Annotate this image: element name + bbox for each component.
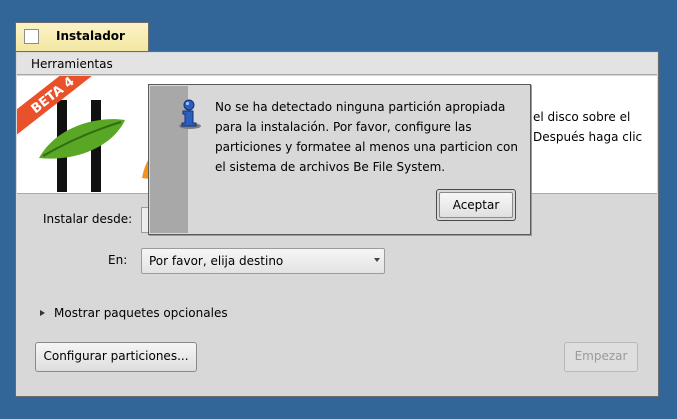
haiku-logo: BETA 4 [17,76,157,192]
optional-packages-toggle[interactable]: Mostrar paquetes opcionales [54,306,228,320]
menu-bar: Herramientas [17,53,657,75]
close-button[interactable] [24,29,39,44]
destination-menu[interactable]: Por favor, elija destino [141,248,385,274]
alert-message: No se ha detectado ninguna partición apr… [215,100,518,174]
banner-instruction: el disco sobre el Después haga clic [533,110,643,144]
alert-dialog: No se ha detectado ninguna partición apr… [148,84,531,235]
window-tab[interactable]: Instalador [15,22,149,52]
destination-label: En: [108,253,128,267]
menu-tools[interactable]: Herramientas [31,57,113,71]
destination-value: Por favor, elija destino [149,254,284,268]
install-from-label: Instalar desde: [43,212,133,226]
accept-button-label: Aceptar [439,192,513,218]
chevron-down-icon [374,258,380,262]
start-button[interactable]: Empezar [564,342,638,372]
accept-button[interactable]: Aceptar [436,189,516,221]
disclosure-triangle-icon[interactable] [40,310,45,316]
window-title: Instalador [56,29,125,43]
configure-partitions-button[interactable]: Configurar particiones... [35,342,197,372]
info-icon [179,99,201,129]
